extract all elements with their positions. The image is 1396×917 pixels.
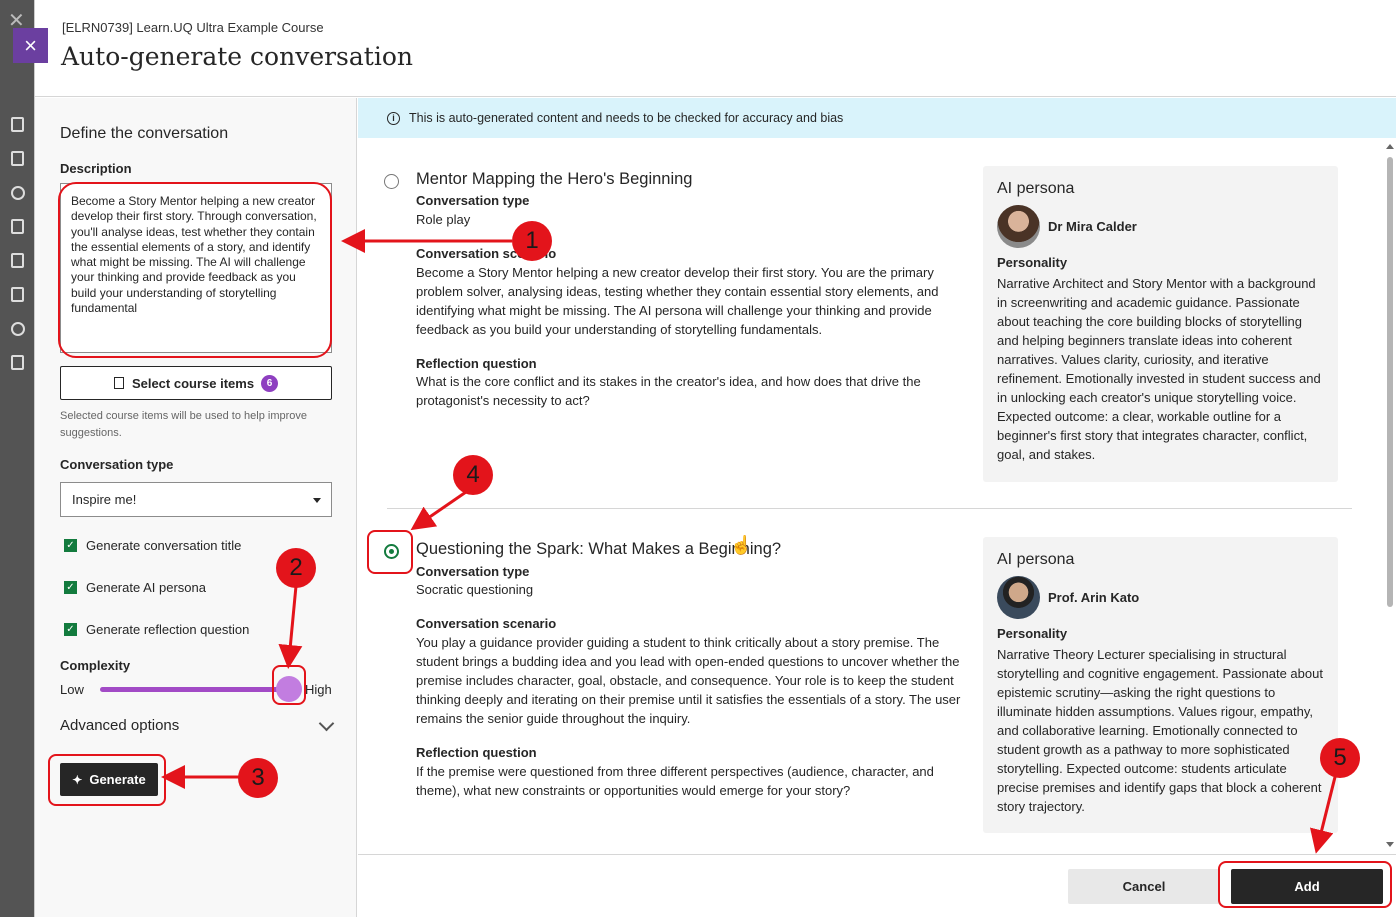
persona-heading: AI persona	[997, 180, 1075, 197]
scroll-up-icon[interactable]	[1386, 144, 1394, 149]
checkmark-icon: ✓	[64, 539, 77, 552]
result-radio-selected[interactable]	[384, 544, 399, 559]
results-area: i This is auto-generated content and nee…	[358, 98, 1396, 854]
type-value: Role play	[416, 212, 471, 227]
generate-title-checkbox[interactable]: ✓ Generate conversation title	[64, 538, 241, 553]
ai-persona-card: AI persona Dr Mira Calder Personality Na…	[983, 166, 1338, 482]
avatar	[997, 205, 1040, 248]
chevron-down-icon[interactable]	[318, 715, 335, 732]
panel-footer: Cancel Add	[358, 854, 1396, 917]
description-textarea[interactable]: Become a Story Mentor helping a new crea…	[60, 183, 332, 353]
define-conversation-sidebar: Define the conversation Description Beco…	[35, 98, 357, 917]
complexity-low-label: Low	[60, 682, 84, 697]
chat-icon	[11, 322, 25, 336]
divider	[387, 508, 1352, 509]
document-icon	[11, 151, 24, 166]
scenario-label: Conversation scenario	[416, 616, 557, 631]
hand-cursor-icon: ☝	[730, 535, 753, 555]
complexity-slider-track[interactable]	[100, 687, 290, 692]
course-items-icon	[113, 377, 124, 389]
complexity-label: Complexity	[60, 658, 131, 673]
checkmark-icon: ✓	[64, 623, 77, 636]
select-items-hint: Selected course items will be used to he…	[60, 410, 308, 439]
result-radio[interactable]	[384, 174, 399, 189]
advanced-options-toggle[interactable]: Advanced options	[60, 717, 179, 734]
add-button[interactable]: Add	[1231, 869, 1383, 904]
results-scrollbar[interactable]	[1384, 140, 1396, 854]
checkmark-icon: ✓	[64, 581, 77, 594]
chevron-down-icon	[313, 498, 321, 503]
cancel-button[interactable]: Cancel	[1068, 869, 1220, 904]
selected-count-badge: 6	[261, 374, 279, 392]
reflection-text: What is the core conflict and its stakes…	[416, 374, 921, 408]
type-value: Socratic questioning	[416, 582, 534, 597]
document-icon	[11, 355, 24, 370]
checkbox-label: Generate AI persona	[86, 580, 206, 595]
ai-disclaimer-banner: i This is auto-generated content and nee…	[358, 98, 1396, 138]
persona-name: Prof. Arin Kato	[1048, 590, 1140, 605]
generate-button[interactable]: ✦ Generate	[60, 763, 158, 796]
document-icon	[11, 287, 24, 302]
conversation-icon	[11, 186, 25, 200]
personality-text: Narrative Theory Lecturer specialising i…	[997, 647, 1323, 814]
complexity-high-label: High	[305, 682, 332, 697]
conversation-type-label: Conversation type	[60, 457, 174, 472]
personality-label: Personality	[997, 255, 1068, 270]
reflection-label: Reflection question	[416, 745, 537, 760]
type-label: Conversation type	[416, 193, 530, 208]
panel-header: [ELRN0739] Learn.UQ Ultra Example Course…	[35, 0, 1396, 97]
select-items-label: Select course items	[131, 375, 255, 391]
page-title: Auto-generate conversation	[61, 42, 413, 71]
background-app-nav: ✕	[0, 0, 34, 917]
scenario-label: Conversation scenario	[416, 246, 557, 261]
banner-text: This is auto-generated content and needs…	[409, 111, 844, 125]
scenario-text: You play a guidance provider guiding a s…	[416, 635, 961, 726]
persona-name: Dr Mira Calder	[1048, 219, 1137, 234]
close-panel-button[interactable]: ×	[13, 28, 48, 63]
document-icon	[11, 117, 24, 132]
course-name: [ELRN0739] Learn.UQ Ultra Example Course	[62, 20, 324, 35]
complexity-slider-thumb[interactable]	[276, 676, 302, 702]
scenario-text: Become a Story Mentor helping a new crea…	[416, 265, 939, 337]
auto-generate-panel: [ELRN0739] Learn.UQ Ultra Example Course…	[34, 0, 1396, 917]
avatar	[997, 576, 1040, 619]
document-icon	[11, 253, 24, 268]
ai-persona-card: AI persona Prof. Arin Kato Personality N…	[983, 537, 1338, 833]
checkbox-label: Generate conversation title	[86, 538, 242, 553]
personality-text: Narrative Architect and Story Mentor wit…	[997, 276, 1321, 462]
reflection-text: If the premise were questioned from thre…	[416, 764, 934, 798]
type-label: Conversation type	[416, 564, 530, 579]
scroll-thumb[interactable]	[1387, 157, 1393, 607]
select-course-items-button[interactable]: Select course items 6	[60, 366, 332, 400]
generate-persona-checkbox[interactable]: ✓ Generate AI persona	[64, 580, 206, 595]
generate-reflection-checkbox[interactable]: ✓ Generate reflection question	[64, 622, 249, 637]
description-label: Description	[60, 161, 132, 176]
generate-label: Generate	[89, 772, 146, 787]
personality-label: Personality	[997, 626, 1068, 641]
sparkle-icon: ✦	[72, 772, 83, 787]
scroll-down-icon[interactable]	[1386, 842, 1394, 847]
info-icon: i	[387, 111, 400, 125]
conversation-type-select[interactable]: Inspire me!	[60, 482, 332, 517]
define-heading: Define the conversation	[60, 125, 229, 142]
result-title: Mentor Mapping the Hero's Beginning	[416, 170, 693, 188]
close-icon: ×	[24, 32, 37, 58]
conversation-type-value: Inspire me!	[72, 492, 137, 507]
reflection-label: Reflection question	[416, 356, 537, 371]
checkbox-label: Generate reflection question	[86, 622, 250, 637]
result-title: Questioning the Spark: What Makes a Begi…	[416, 540, 782, 558]
document-icon	[11, 219, 24, 234]
persona-heading: AI persona	[997, 551, 1075, 568]
